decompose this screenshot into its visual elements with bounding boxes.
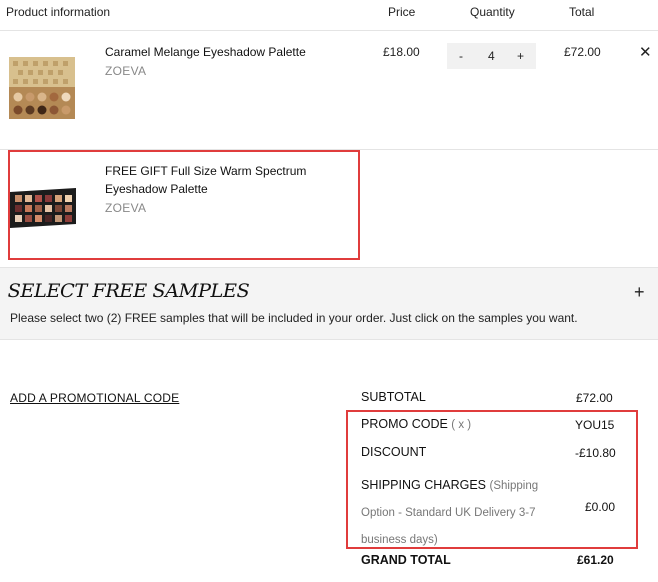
- item-brand: ZOEVA: [105, 64, 147, 78]
- item-line-total: £72.00: [564, 45, 601, 59]
- item-name[interactable]: Caramel Melange Eyeshadow Palette: [105, 43, 306, 61]
- remove-item-close-icon[interactable]: ✕: [639, 43, 652, 61]
- quantity-decrease-button[interactable]: -: [459, 49, 463, 63]
- quantity-stepper: - 4 +: [447, 43, 536, 69]
- subtotal-value: £72.00: [576, 391, 613, 405]
- cart-item-row: Caramel Melange Eyeshadow Palette ZOEVA …: [0, 31, 658, 150]
- quantity-value[interactable]: 4: [488, 49, 495, 63]
- subtotal-label: SUBTOTAL: [361, 390, 426, 404]
- item-price: £18.00: [383, 45, 420, 59]
- grand-total-value: £61.20: [577, 553, 614, 567]
- header-product-info: Product information: [6, 5, 111, 19]
- header-price: Price: [388, 5, 416, 19]
- free-samples-description: Please select two (2) FREE samples that …: [10, 311, 578, 325]
- header-quantity: Quantity: [470, 5, 515, 19]
- expand-plus-icon[interactable]: +: [634, 282, 645, 303]
- header-total: Total: [569, 5, 595, 19]
- summary-highlight-box: [346, 410, 638, 549]
- free-samples-title[interactable]: SELECT FREE SAMPLES: [8, 280, 250, 302]
- caramel-melange-palette-image[interactable]: [9, 57, 75, 119]
- add-promo-code-link[interactable]: ADD A PROMOTIONAL CODE: [10, 391, 179, 405]
- free-samples-section: SELECT FREE SAMPLES + Please select two …: [0, 268, 658, 340]
- quantity-increase-button[interactable]: +: [517, 49, 524, 63]
- cart-table-header: Product information Price Quantity Total: [0, 0, 658, 31]
- free-gift-highlight-box: [8, 150, 360, 260]
- grand-total-label: GRAND TOTAL: [361, 553, 451, 567]
